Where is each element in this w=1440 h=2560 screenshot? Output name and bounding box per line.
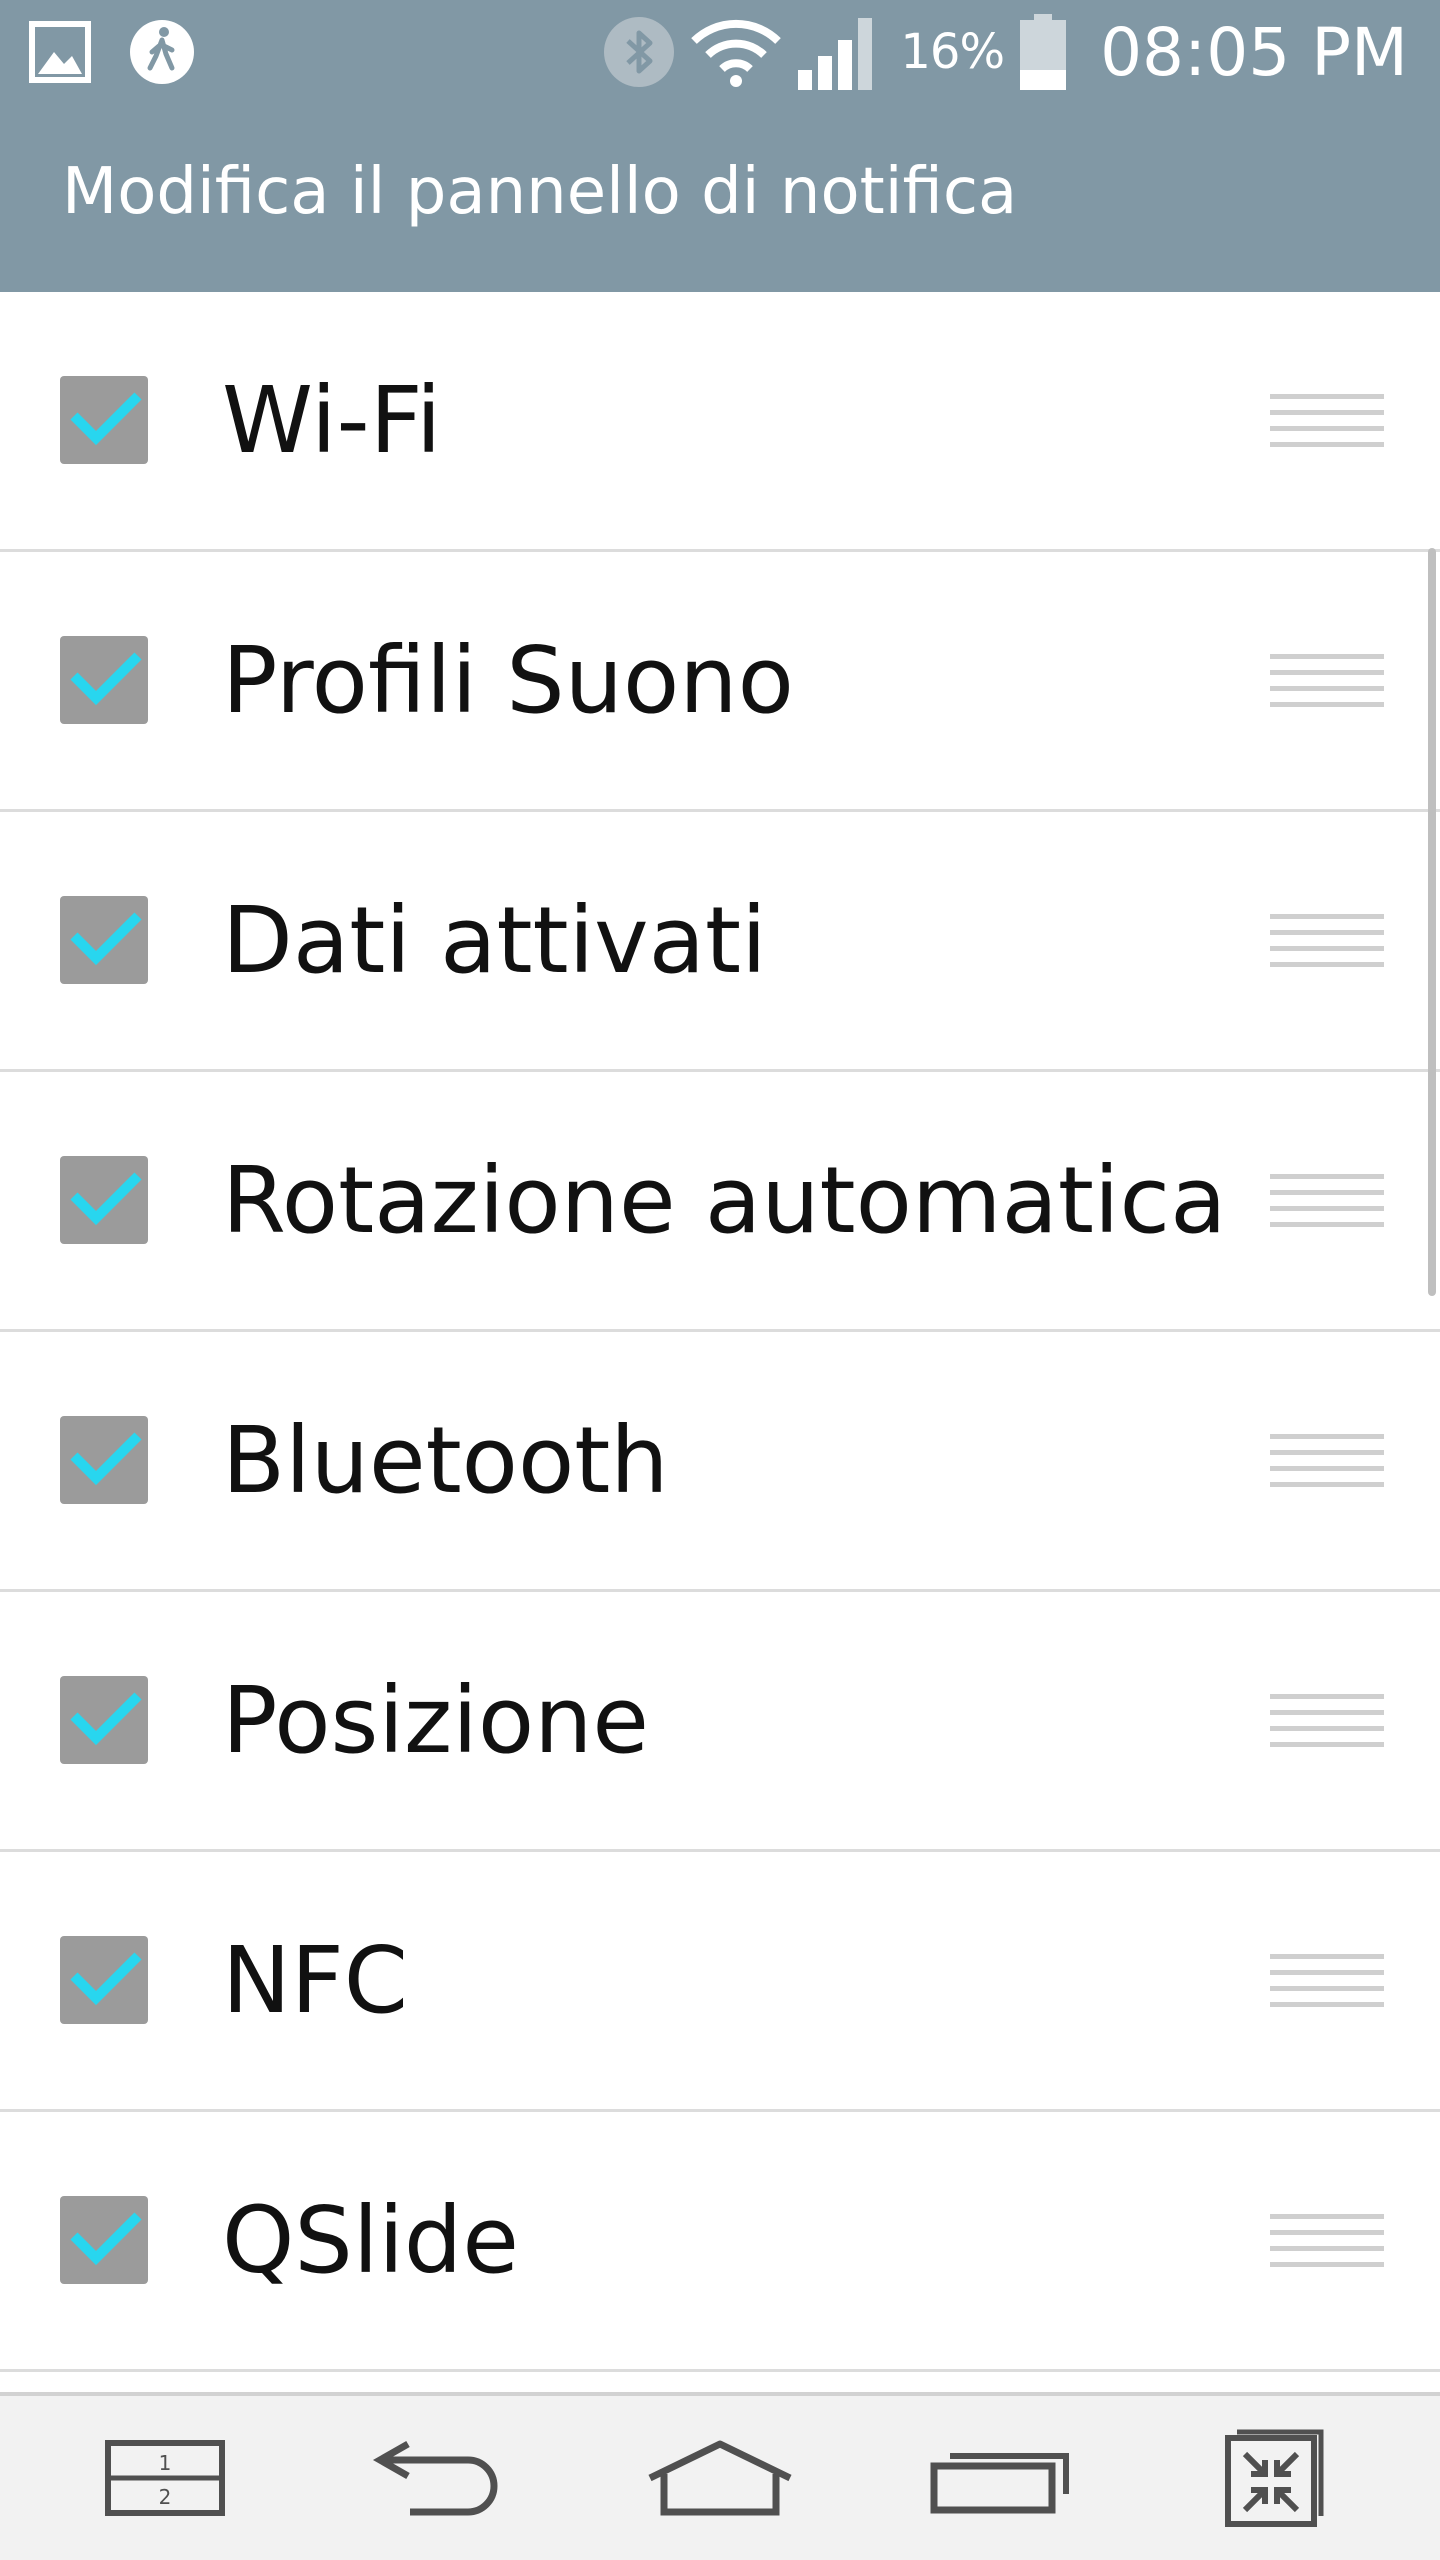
battery-percent: 16%: [900, 24, 1005, 80]
list-item-label: QSlide: [222, 2187, 519, 2294]
list-item-auto-rotate[interactable]: Rotazione automatica: [0, 1072, 1440, 1332]
list-item-mobile-data[interactable]: Dati attivati: [0, 812, 1440, 1072]
checkmark-icon: [70, 1432, 142, 1486]
list-item-qslide[interactable]: QSlide: [0, 2112, 1440, 2372]
header: 16% 08:05 PM Modifica il pannello di not…: [0, 0, 1440, 292]
checkbox[interactable]: [60, 1676, 148, 1764]
wifi-icon: [691, 19, 782, 87]
checkmark-icon: [70, 912, 142, 966]
battery-icon: [1020, 14, 1067, 90]
drag-handle-icon[interactable]: [1270, 914, 1384, 968]
list-item-label: Bluetooth: [222, 1407, 669, 1514]
drag-handle-icon[interactable]: [1270, 654, 1384, 708]
list-item-bluetooth[interactable]: Bluetooth: [0, 1332, 1440, 1592]
back-button[interactable]: [360, 2396, 520, 2560]
list-item-wifi[interactable]: Wi-Fi: [0, 292, 1440, 552]
signal-icon: [798, 18, 873, 90]
gallery-icon: [29, 21, 91, 83]
list-item-partial: [0, 2372, 1440, 2392]
drag-handle-icon[interactable]: [1270, 1954, 1384, 2008]
checkbox[interactable]: [60, 376, 148, 464]
mini-view-icon: [1225, 2429, 1324, 2527]
checkbox[interactable]: [60, 896, 148, 984]
list-item-nfc[interactable]: NFC: [0, 1852, 1440, 2112]
toggle-list: Wi-Fi Profili Suono Dati attivati Rotazi…: [0, 292, 1440, 2392]
checkmark-icon: [70, 652, 142, 706]
list-item-label: Wi-Fi: [222, 367, 442, 474]
checkmark-icon: [70, 2212, 142, 2266]
status-bar: 16% 08:05 PM: [0, 0, 1440, 104]
dual-window-bottom-number: 2: [159, 2485, 172, 2509]
scrollbar[interactable]: [1428, 548, 1436, 1296]
mini-view-button[interactable]: [1200, 2396, 1350, 2560]
pedometer-icon: [130, 20, 194, 84]
drag-handle-icon[interactable]: [1270, 394, 1384, 448]
list-item-sound-profiles[interactable]: Profili Suono: [0, 552, 1440, 812]
screen: 16% 08:05 PM Modifica il pannello di not…: [0, 0, 1440, 2560]
recent-apps-icon: [930, 2453, 1069, 2514]
dual-window-button[interactable]: 1 2: [90, 2396, 240, 2560]
checkmark-icon: [70, 1172, 142, 1226]
bluetooth-icon: [604, 17, 675, 87]
page-title: Modifica il pannello di notifica: [62, 155, 1018, 229]
home-icon: [648, 2440, 792, 2516]
dual-window-icon: 1 2: [105, 2440, 225, 2516]
status-bar-right: 16% 08:05 PM: [602, 10, 1408, 94]
status-bar-left: [28, 18, 196, 86]
checkbox[interactable]: [60, 1416, 148, 1504]
list-item-location[interactable]: Posizione: [0, 1592, 1440, 1852]
list-item-label: Dati attivati: [222, 887, 767, 994]
checkmark-icon: [70, 1692, 142, 1746]
checkmark-icon: [70, 392, 142, 446]
checkbox[interactable]: [60, 1156, 148, 1244]
drag-handle-icon[interactable]: [1270, 2214, 1384, 2268]
checkbox[interactable]: [60, 2196, 148, 2284]
list-item-label: NFC: [222, 1927, 408, 2034]
dual-window-top-number: 1: [159, 2451, 172, 2475]
drag-handle-icon[interactable]: [1270, 1434, 1384, 1488]
list-item-label: Rotazione automatica: [222, 1147, 1227, 1254]
checkbox[interactable]: [60, 1936, 148, 2024]
checkbox[interactable]: [60, 636, 148, 724]
status-time: 08:05 PM: [1100, 13, 1408, 91]
home-button[interactable]: [640, 2396, 800, 2560]
back-icon: [372, 2440, 498, 2516]
checkmark-icon: [70, 1952, 142, 2006]
list-item-label: Posizione: [222, 1667, 650, 1774]
list-item-label: Profili Suono: [222, 627, 794, 734]
drag-handle-icon[interactable]: [1270, 1694, 1384, 1748]
drag-handle-icon[interactable]: [1270, 1174, 1384, 1228]
nav-bar: 1 2: [0, 2392, 1440, 2560]
recent-apps-button[interactable]: [920, 2396, 1080, 2560]
